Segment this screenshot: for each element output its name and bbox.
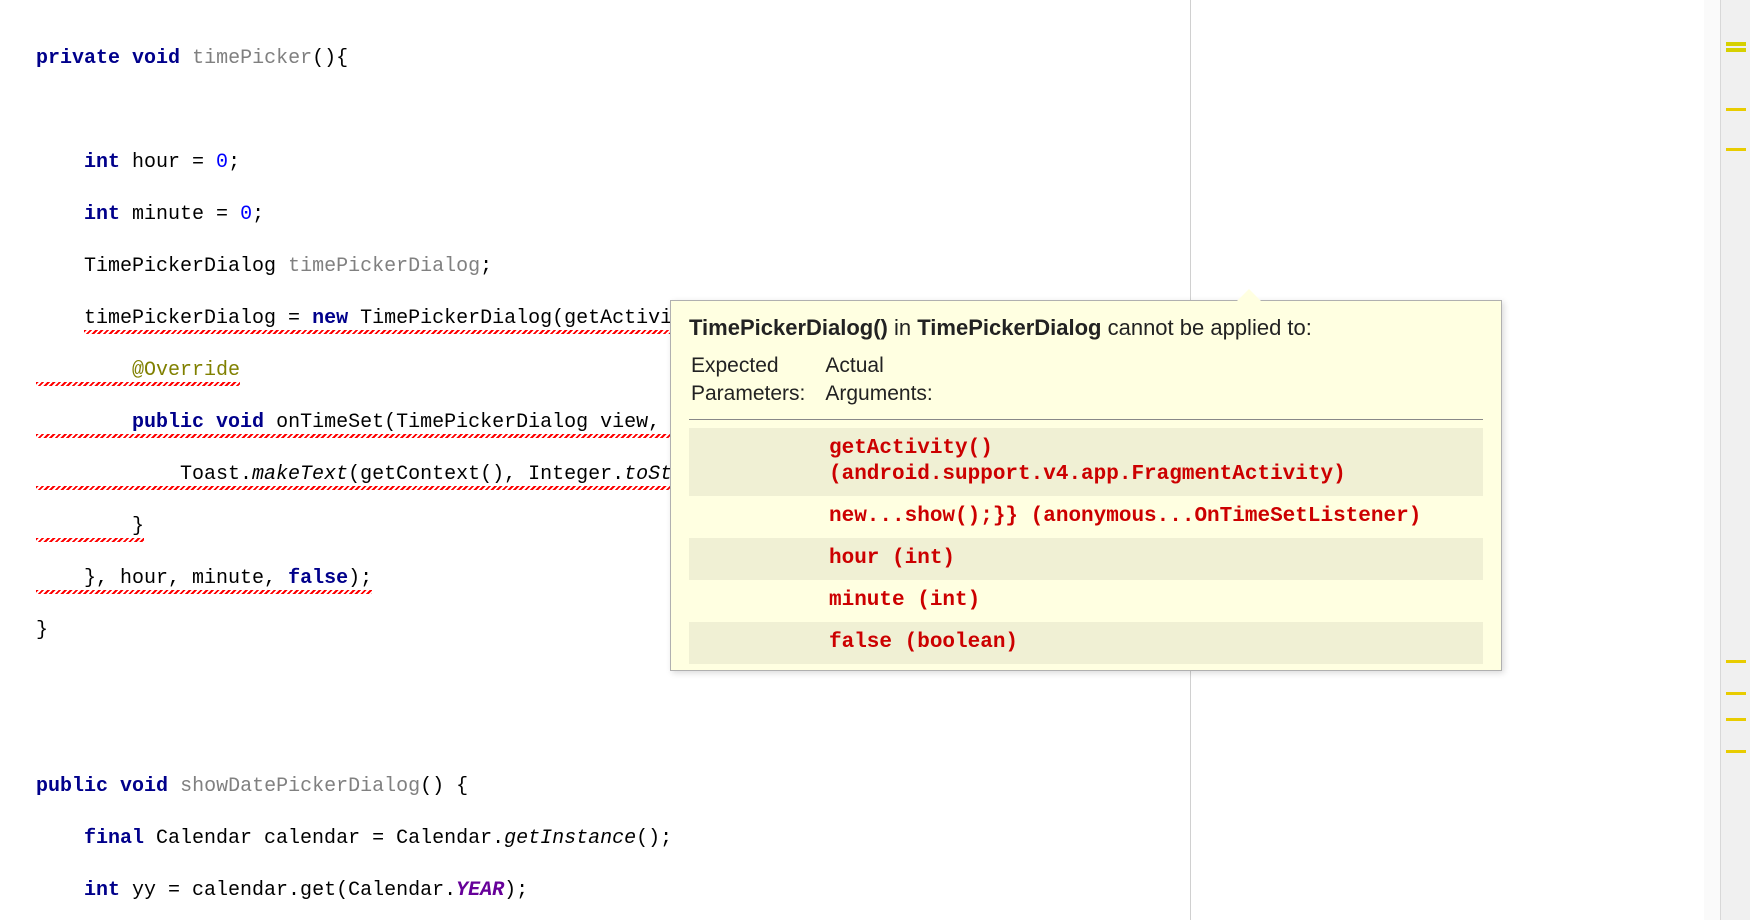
- warning-mark[interactable]: [1726, 660, 1746, 663]
- vertical-scrollbar[interactable]: [1704, 0, 1720, 920]
- error-stripe-gutter[interactable]: [1720, 0, 1750, 920]
- warning-mark[interactable]: [1726, 718, 1746, 721]
- warning-mark[interactable]: [1726, 42, 1746, 46]
- code-line: [36, 98, 1750, 124]
- warning-mark[interactable]: [1726, 692, 1746, 695]
- code-line: public void showDatePickerDialog() {: [36, 774, 1750, 800]
- tooltip-row: getActivity() (android.support.v4.app.Fr…: [689, 428, 1483, 496]
- code-line: [36, 722, 1750, 748]
- error-tooltip: TimePickerDialog() in TimePickerDialog c…: [670, 300, 1502, 671]
- code-line: [36, 670, 1750, 696]
- code-line: TimePickerDialog timePickerDialog;: [36, 254, 1750, 280]
- warning-mark[interactable]: [1726, 148, 1746, 151]
- tooltip-row: false (boolean): [689, 622, 1483, 664]
- tooltip-header: ExpectedActual Parameters:Arguments:: [689, 351, 953, 409]
- tooltip-row: hour (int): [689, 538, 1483, 580]
- warning-mark[interactable]: [1726, 750, 1746, 753]
- warning-mark[interactable]: [1726, 108, 1746, 111]
- warning-mark[interactable]: [1726, 48, 1746, 52]
- code-line: int hour = 0;: [36, 150, 1750, 176]
- code-line: final Calendar calendar = Calendar.getIn…: [36, 826, 1750, 852]
- tooltip-row: new...show();}} (anonymous...OnTimeSetLi…: [689, 496, 1483, 538]
- tooltip-row: minute (int): [689, 580, 1483, 622]
- code-line: private void timePicker(){: [36, 46, 1750, 72]
- code-line: int minute = 0;: [36, 202, 1750, 228]
- tooltip-divider: [689, 419, 1483, 420]
- tooltip-title: TimePickerDialog() in TimePickerDialog c…: [689, 315, 1483, 341]
- code-line: int yy = calendar.get(Calendar.YEAR);: [36, 878, 1750, 904]
